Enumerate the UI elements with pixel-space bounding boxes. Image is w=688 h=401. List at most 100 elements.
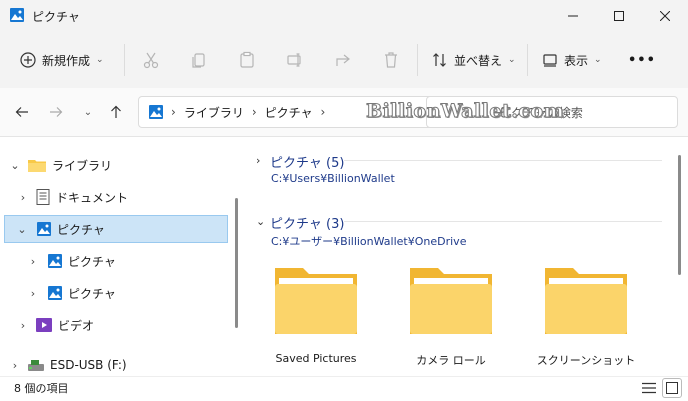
- folder-icon: [545, 268, 627, 334]
- chevron-right-icon[interactable]: ›: [16, 319, 30, 332]
- more-icon: •••: [628, 52, 656, 68]
- content-scrollbar[interactable]: [678, 155, 681, 275]
- breadcrumb-libraries[interactable]: ライブラリ: [184, 104, 244, 121]
- library-folder-icon: [28, 160, 46, 172]
- command-bar: 新規作成 ⌄ 並べ替え ⌄ 表示 ⌄ •••: [0, 32, 688, 89]
- arrow-up-icon: [111, 105, 121, 118]
- arrow-right-icon: [50, 107, 63, 117]
- close-button[interactable]: [642, 0, 688, 32]
- breadcrumb-pictures[interactable]: ピクチャ: [265, 104, 313, 121]
- sidebar-item-label: ドキュメント: [56, 190, 129, 205]
- folder-icon: [275, 268, 357, 334]
- copy-icon: [192, 53, 205, 68]
- sidebar-item-pictures-sub[interactable]: › ピクチャ: [0, 247, 228, 275]
- pictures-icon: [149, 105, 163, 119]
- sidebar-item-label: ピクチャ: [57, 222, 105, 237]
- more-options-button[interactable]: •••: [628, 46, 656, 74]
- view-icon: [543, 54, 557, 67]
- folder-label: Saved Pictures: [275, 352, 357, 365]
- sidebar-scrollbar[interactable]: [235, 198, 238, 328]
- paste-button[interactable]: [233, 46, 261, 74]
- sidebar-item-label: ピクチャ: [68, 286, 116, 301]
- arrow-left-icon: [15, 107, 28, 117]
- navigation-pane: ⌄ ライブラリ › ドキュメント ⌄ ピクチャ › ピクチャ › ピクチャ ›: [0, 137, 240, 376]
- close-icon: [660, 11, 670, 21]
- list-view-icon: [642, 382, 656, 394]
- chevron-right-icon: ›: [171, 105, 176, 119]
- chevron-down-icon[interactable]: ⌄: [8, 159, 22, 172]
- document-icon: [36, 189, 50, 205]
- window-title: ピクチャ: [32, 10, 80, 24]
- rename-icon: [287, 53, 301, 67]
- chevron-down-icon: ⌄: [594, 55, 602, 65]
- back-button[interactable]: [10, 100, 34, 124]
- tiles-view-icon: [666, 382, 678, 394]
- maximize-icon: [614, 11, 624, 21]
- sidebar-item-pictures[interactable]: ⌄ ピクチャ: [4, 215, 228, 243]
- new-button[interactable]: 新規作成 ⌄: [20, 46, 104, 74]
- new-button-label: 新規作成: [42, 53, 91, 68]
- folder-icon: [410, 268, 492, 334]
- folder-item[interactable]: Saved Pictures: [261, 260, 371, 370]
- up-button[interactable]: [104, 100, 128, 124]
- share-button[interactable]: [329, 46, 357, 74]
- sort-button[interactable]: 並べ替え ⌄: [432, 46, 516, 74]
- details-view-button[interactable]: [640, 379, 658, 397]
- pictures-icon: [48, 254, 62, 268]
- usb-drive-icon: [28, 360, 44, 371]
- group-divider: [344, 221, 662, 222]
- chevron-right-icon[interactable]: ›: [26, 255, 40, 268]
- watermark: BillionWallet.com: [365, 100, 565, 123]
- large-icons-view-button[interactable]: [662, 378, 682, 398]
- item-count: 8 個の項目: [14, 382, 69, 395]
- group-divider: [344, 160, 662, 161]
- status-bar: [0, 376, 688, 401]
- maximize-button[interactable]: [596, 0, 642, 32]
- forward-button[interactable]: [44, 100, 68, 124]
- recent-locations-button[interactable]: ⌄: [76, 100, 100, 124]
- view-button-label: 表示: [564, 53, 589, 68]
- group-header[interactable]: ピクチャ (3): [270, 213, 344, 232]
- sidebar-item-usb-drive[interactable]: › ESD-USB (F:): [0, 351, 228, 379]
- rename-button[interactable]: [281, 46, 309, 74]
- folder-item[interactable]: スクリーンショット: [531, 260, 641, 370]
- sidebar-item-documents[interactable]: › ドキュメント: [0, 183, 228, 211]
- plus-circle-icon: [20, 52, 36, 68]
- group-header[interactable]: ピクチャ (5): [270, 152, 344, 171]
- chevron-down-icon[interactable]: ⌄: [256, 215, 265, 228]
- cut-button[interactable]: [137, 46, 165, 74]
- chevron-right-icon[interactable]: ›: [26, 287, 40, 300]
- group-path: C:¥ユーザー¥BillionWallet¥OneDrive: [271, 235, 467, 248]
- chevron-down-icon[interactable]: ⌄: [15, 223, 29, 236]
- chevron-right-icon[interactable]: ›: [16, 191, 30, 204]
- chevron-right-icon: ›: [320, 105, 326, 119]
- chevron-right-icon[interactable]: ›: [8, 359, 22, 372]
- toolbar-divider: [417, 44, 418, 76]
- view-button[interactable]: 表示 ⌄: [542, 46, 602, 74]
- sidebar-item-label: ESD-USB (F:): [50, 358, 127, 372]
- minimize-button[interactable]: [550, 0, 596, 32]
- sidebar-item-label: ビデオ: [58, 318, 95, 333]
- folder-item[interactable]: カメラ ロール: [396, 260, 506, 370]
- sort-button-label: 並べ替え: [454, 53, 503, 68]
- trash-icon: [385, 52, 397, 68]
- delete-button[interactable]: [377, 46, 405, 74]
- chevron-down-icon: ⌄: [508, 55, 516, 65]
- sort-icon: [433, 53, 446, 67]
- chevron-right-icon[interactable]: ›: [256, 154, 260, 167]
- sidebar-item-videos[interactable]: › ビデオ: [0, 311, 228, 339]
- folder-label: スクリーンショット: [536, 354, 636, 367]
- chevron-right-icon: ›: [251, 105, 257, 119]
- scissors-icon: [143, 52, 159, 69]
- sidebar-item-label: ライブラリ: [52, 158, 113, 173]
- sidebar-item-label: ピクチャ: [68, 254, 116, 269]
- sidebar-item-pictures-sub[interactable]: › ピクチャ: [0, 279, 228, 307]
- group-path: C:¥Users¥BillionWallet: [271, 172, 395, 185]
- pictures-icon: [48, 286, 62, 300]
- clipboard-icon: [240, 51, 254, 68]
- sidebar-item-libraries[interactable]: ⌄ ライブラリ: [0, 151, 228, 179]
- chevron-down-icon: ⌄: [96, 55, 104, 65]
- copy-button[interactable]: [185, 46, 213, 74]
- pictures-icon: [37, 222, 51, 236]
- chevron-down-icon: ⌄: [83, 106, 93, 118]
